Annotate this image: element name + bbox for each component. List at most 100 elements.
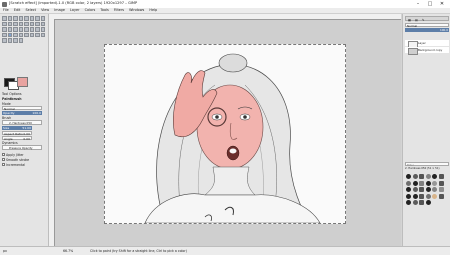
gradient-tool-icon[interactable] xyxy=(40,27,45,32)
brush-preset[interactable] xyxy=(419,180,424,186)
fuzzy-select-tool-icon[interactable] xyxy=(18,16,23,21)
perspective-clone-tool-icon[interactable] xyxy=(40,32,45,37)
paintbrush-tool-icon[interactable] xyxy=(7,32,12,37)
brush-preset[interactable] xyxy=(425,174,431,179)
menu-layer[interactable]: Layer xyxy=(70,8,79,13)
brush-preset[interactable] xyxy=(419,174,424,179)
smudge-tool-icon[interactable] xyxy=(13,38,18,43)
menu-edit[interactable]: Edit xyxy=(14,8,21,13)
move-tool-icon[interactable] xyxy=(18,21,23,26)
brush-preset[interactable] xyxy=(412,193,418,199)
cage-tool-icon[interactable] xyxy=(18,27,23,32)
dynamics-selector[interactable]: Pressure Opacity xyxy=(2,145,42,150)
apply-jitter-checkbox[interactable] xyxy=(2,153,5,156)
layer-row[interactable]: Layer xyxy=(405,40,449,48)
dodge-burn-tool-icon[interactable] xyxy=(18,38,23,43)
layer-opacity-slider[interactable]: 100.0 xyxy=(405,28,449,32)
brush-preset[interactable] xyxy=(438,174,444,179)
crop-tool-icon[interactable] xyxy=(29,21,34,26)
rotate-tool-icon[interactable] xyxy=(35,21,40,26)
warp-tool-icon[interactable] xyxy=(24,27,29,32)
brush-preset[interactable] xyxy=(425,200,431,205)
brush-preset[interactable] xyxy=(438,193,444,199)
brush-preset[interactable] xyxy=(419,187,424,192)
brush-preset[interactable] xyxy=(419,193,424,199)
layers-tab-icon[interactable]: ▦ xyxy=(408,18,411,22)
brush-selector[interactable]: 2. Hardness 050 xyxy=(2,120,42,125)
clone-tool-icon[interactable] xyxy=(35,32,40,37)
brush-preset[interactable] xyxy=(425,180,431,186)
align-tool-icon[interactable] xyxy=(24,21,29,26)
blur-tool-icon[interactable] xyxy=(7,38,12,43)
text-tool-icon[interactable] xyxy=(29,27,34,32)
mode-dropdown[interactable]: Normal xyxy=(2,106,42,111)
shear-tool-icon[interactable] xyxy=(2,27,7,32)
angle-slider[interactable]: Angle 0.00 xyxy=(2,136,32,141)
brush-preset[interactable] xyxy=(419,200,424,205)
airbrush-tool-icon[interactable] xyxy=(18,32,23,37)
brush-preset[interactable] xyxy=(406,187,411,192)
brush-preset[interactable] xyxy=(432,187,437,192)
incremental-checkbox[interactable] xyxy=(2,163,5,166)
rect-select-tool-icon[interactable] xyxy=(2,16,7,21)
brush-preset[interactable] xyxy=(406,200,411,205)
mypaint-brush-tool-icon[interactable] xyxy=(29,32,34,37)
perspective-tool-icon[interactable] xyxy=(7,27,12,32)
maximize-button[interactable]: □ xyxy=(424,0,436,8)
color-preview-swatch[interactable] xyxy=(17,77,28,87)
brush-preset[interactable] xyxy=(425,193,431,199)
brush-preset[interactable] xyxy=(412,174,418,179)
brush-preset[interactable] xyxy=(412,187,418,192)
menu-image[interactable]: Image xyxy=(54,8,65,13)
brush-preset[interactable] xyxy=(432,193,437,199)
foreground-select-tool-icon[interactable] xyxy=(35,16,40,21)
menu-select[interactable]: Select xyxy=(26,8,36,13)
brush-preset[interactable] xyxy=(406,174,411,179)
zoom-level[interactable]: 66.7% xyxy=(63,249,73,253)
free-select-tool-icon[interactable] xyxy=(13,16,18,21)
brush-preset[interactable] xyxy=(438,180,444,186)
brush-preset[interactable] xyxy=(412,200,418,205)
smooth-stroke-checkbox[interactable] xyxy=(2,158,5,161)
layer-row[interactable]: Background copy xyxy=(405,47,449,55)
dock-tab-bar[interactable]: ▦ ▤ ✎ xyxy=(405,16,449,22)
scale-tool-icon[interactable] xyxy=(40,21,45,26)
minimize-button[interactable]: – xyxy=(412,0,424,8)
menu-help[interactable]: Help xyxy=(149,8,157,13)
brush-preset[interactable] xyxy=(406,180,411,186)
aspect-ratio-slider[interactable]: Aspect Ratio 0.00 xyxy=(2,131,32,136)
scissors-tool-icon[interactable] xyxy=(29,16,34,21)
menu-colors[interactable]: Colors xyxy=(85,8,96,13)
close-button[interactable]: ✕ xyxy=(436,0,448,8)
brush-filter-field[interactable]: Filter xyxy=(405,162,449,167)
paths-tool-icon[interactable] xyxy=(40,16,45,21)
ellipse-select-tool-icon[interactable] xyxy=(7,16,12,21)
brush-preset[interactable] xyxy=(432,180,437,186)
flip-tool-icon[interactable] xyxy=(13,27,18,32)
menu-file[interactable]: File xyxy=(3,8,9,13)
brush-preset[interactable] xyxy=(406,193,411,199)
pencil-tool-icon[interactable] xyxy=(2,32,7,37)
unit-dropdown[interactable]: px xyxy=(3,249,7,253)
image-canvas[interactable] xyxy=(104,44,346,224)
color-select-tool-icon[interactable] xyxy=(24,16,29,21)
menu-windows[interactable]: Windows xyxy=(129,8,144,13)
eraser-tool-icon[interactable] xyxy=(13,32,18,37)
menu-tools[interactable]: Tools xyxy=(100,8,108,13)
heal-tool-icon[interactable] xyxy=(2,38,7,43)
opacity-slider[interactable]: Opacity 100.0 xyxy=(2,111,42,115)
color-picker-tool-icon[interactable] xyxy=(2,21,7,26)
paths-tab-icon[interactable]: ✎ xyxy=(422,18,425,22)
ink-tool-icon[interactable] xyxy=(24,32,29,37)
brush-preset[interactable] xyxy=(438,187,444,192)
menu-filters[interactable]: Filters xyxy=(114,8,124,13)
channels-tab-icon[interactable]: ▤ xyxy=(415,18,418,22)
brush-preset[interactable] xyxy=(412,180,418,186)
layer-mode-dropdown[interactable]: Normal xyxy=(405,23,449,28)
measure-tool-icon[interactable] xyxy=(13,21,18,26)
brush-preset[interactable] xyxy=(432,174,437,179)
size-slider[interactable]: Size 51.00 xyxy=(2,126,32,130)
bucket-fill-tool-icon[interactable] xyxy=(35,27,40,32)
zoom-tool-icon[interactable] xyxy=(7,21,12,26)
brush-preset[interactable] xyxy=(425,187,431,192)
